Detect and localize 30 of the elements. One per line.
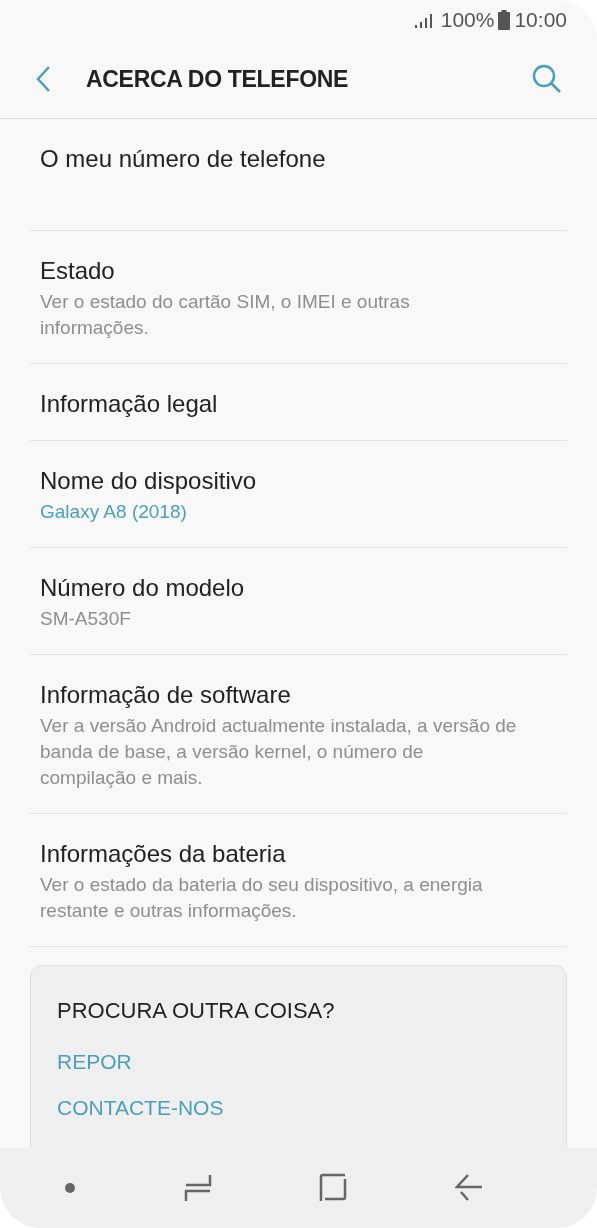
page-title: ACERCA DO TELEFONE [86,65,350,93]
item-subtitle: Ver o estado do cartão SIM, o IMEI e outras informações. [40,290,411,340]
battery-percentage: 100% [440,8,495,32]
settings-item[interactable]: Informação legal [30,364,567,441]
item-subtitle: Ver a versão Android actualmente instalada, a versão de banda de base, a versão kernel, o número de compilação e mais. [40,714,517,790]
item-title: Informação legal [40,390,219,418]
item-subtitle: Galaxy A8 (2018) [40,500,188,524]
item-title: Informação de software [40,681,292,709]
settings-item[interactable]: O meu número de telefone [30,119,567,231]
settings-item[interactable]: Informação de software Ver a versão Android actualmente instalada, a versão de banda de base, a versão kernel, o número de compilação e mais. [30,655,567,814]
settings-item[interactable]: Nome do dispositivo Galaxy A8 (2018) [30,441,567,548]
recent-apps-icon[interactable] [183,1173,212,1203]
settings-item[interactable]: Estado Ver o estado do cartão SIM, o IMEI e outras informações. [30,231,567,364]
item-title: Informações da bateria [40,840,287,868]
item-subtitle: Ver o estado da bateria do seu dispositivo, a energia restante e outras informações. [40,873,484,923]
settings-item[interactable]: Informações da bateria Ver o estado da bateria do seu dispositivo, a energia restante e outras informações. [30,814,567,947]
settings-item[interactable]: Número do modelo SM-A530F [30,548,567,655]
clock: 10:00 [514,8,567,32]
home-icon[interactable] [319,1173,348,1203]
signal-icon [414,12,435,28]
item-title: O meu número de telefone [40,145,327,173]
battery-icon [498,10,511,30]
item-title: Nome do dispositivo [40,467,258,495]
card-title: PROCURA OUTRA COISA? [57,998,335,1024]
dot-icon[interactable] [63,1182,76,1194]
back-icon[interactable] [455,1173,484,1203]
item-subtitle: SM-A530F [40,607,132,631]
item-title: Número do modelo [40,574,246,602]
item-title: Estado [40,257,116,285]
search-icon [531,63,563,95]
